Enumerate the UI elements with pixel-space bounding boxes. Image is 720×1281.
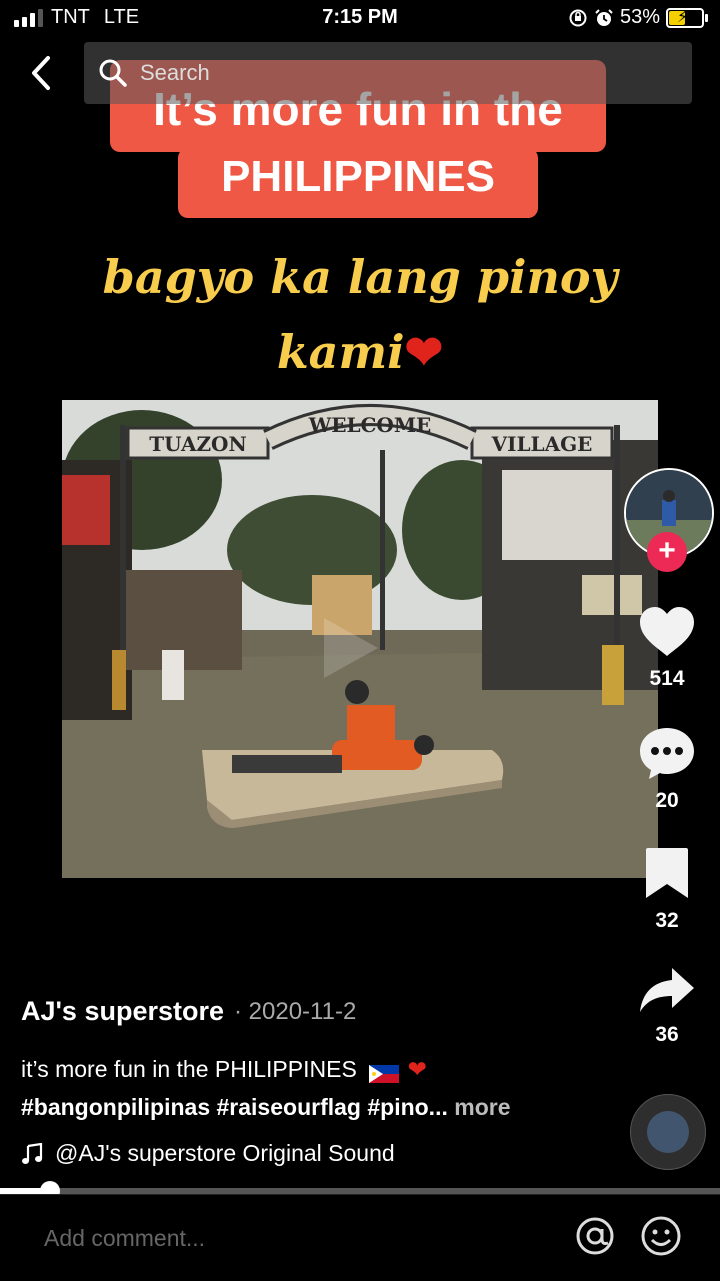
more-link[interactable]: more [448, 1094, 510, 1120]
emoji-icon[interactable] [640, 1215, 682, 1257]
overlay-script-word: kami [276, 325, 405, 379]
sound-disc[interactable] [630, 1094, 706, 1170]
battery-percent: 53% [619, 6, 660, 28]
follow-button[interactable]: + [647, 532, 687, 572]
sound-name[interactable]: @AJ's superstore Original Sound [55, 1140, 395, 1167]
search-placeholder: Search [140, 60, 210, 85]
comment-button[interactable]: 20 [628, 726, 706, 813]
author-name[interactable]: AJ's superstore [21, 996, 224, 1027]
like-button[interactable]: 514 [628, 606, 706, 691]
heart-emoji-icon: ❤ [404, 325, 444, 379]
search-icon [99, 59, 127, 87]
video-player[interactable]: TUAZON VILLAGE WELCOME [62, 400, 658, 878]
status-right: 53% ⚡ [568, 6, 708, 29]
sign-center-text: WELCOME [308, 413, 432, 437]
bookmark-icon [646, 848, 688, 898]
bookmark-count: 32 [655, 909, 679, 932]
sign-right-text: VILLAGE [491, 432, 593, 456]
mention-icon[interactable] [574, 1215, 616, 1257]
comment-bubble-icon [640, 728, 694, 779]
share-count: 36 [655, 1023, 679, 1046]
comment-input[interactable]: Add comment... [44, 1225, 205, 1252]
music-note-icon [22, 1142, 43, 1164]
sign-left-text: TUAZON [149, 432, 247, 456]
alarm-icon [595, 8, 613, 26]
caption-line: it’s more fun in the PHILIPPINES ❤ [21, 1056, 427, 1083]
orientation-lock-icon [569, 9, 587, 26]
philippines-flag-icon [369, 1062, 400, 1083]
hashtags[interactable]: #bangonpilipinas #raiseourflag #pino... [21, 1094, 448, 1120]
heart-icon [640, 607, 694, 656]
overlay-script-line2: kami❤ [60, 325, 660, 379]
overlay-title-line2: PHILIPPINES [221, 152, 495, 201]
share-arrow-icon [640, 968, 694, 1012]
search-bar[interactable]: Search [84, 42, 692, 104]
comment-count: 20 [655, 789, 679, 812]
comment-bar: Add comment... [0, 1194, 720, 1281]
video-frame-image: TUAZON VILLAGE WELCOME [62, 400, 658, 878]
like-count: 514 [649, 667, 685, 690]
bookmark-button[interactable]: 32 [628, 846, 706, 933]
post-date: · 2020-11-2 [234, 998, 357, 1025]
status-bar: TNT LTE 7:15 PM 53% ⚡ [0, 0, 720, 38]
chevron-left-icon [32, 56, 50, 90]
back-button[interactable] [22, 52, 62, 94]
overlay-script-line1: bagyo ka lang pinoy [102, 250, 618, 304]
battery-charging-icon: ⚡ [666, 7, 708, 28]
caption-heart-icon: ❤ [407, 1056, 427, 1082]
caption-text: it’s more fun in the PHILIPPINES [21, 1056, 357, 1082]
hashtags-line[interactable]: #bangonpilipinas #raiseourflag #pino... … [21, 1094, 511, 1121]
sound-row[interactable]: @AJ's superstore Original Sound [21, 1140, 395, 1167]
sound-disc-cover [647, 1111, 689, 1153]
share-button[interactable]: 36 [628, 966, 706, 1047]
